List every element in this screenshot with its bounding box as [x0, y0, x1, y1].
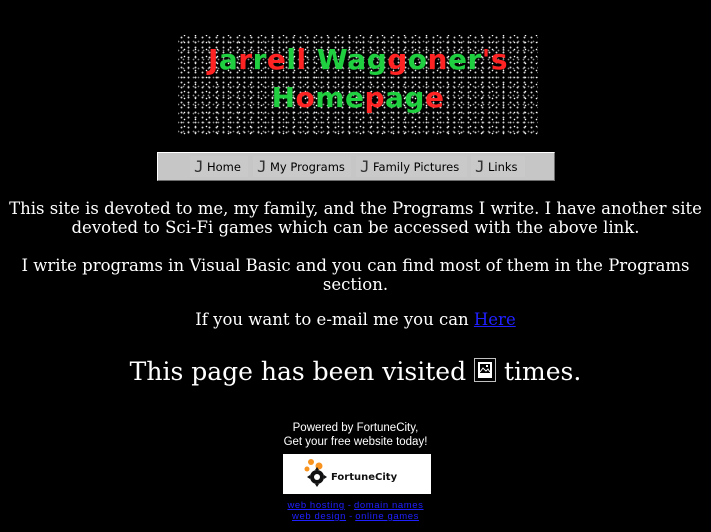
banner-letter: l [296, 43, 307, 76]
banner-letter: m [315, 81, 345, 114]
banner-letter: r [252, 43, 267, 76]
powered-by-text: Powered by FortuneCity, Get your free we… [0, 421, 711, 449]
banner-letter: r [238, 43, 253, 76]
powered-line-1: Powered by FortuneCity, [292, 422, 419, 434]
fortunecity-logo-icon: FortuneCity [304, 459, 398, 487]
visits-suffix: times. [496, 357, 582, 386]
intro-line-2: devoted to Sci-Fi games which can be acc… [71, 218, 640, 237]
nav-family-pictures-label: Family Pictures [373, 159, 460, 174]
banner-letter: a [347, 43, 367, 76]
counter-image-icon [474, 358, 497, 382]
banner-letter: s [490, 43, 509, 76]
banner-letter: g [387, 43, 408, 76]
banner-letter: J [207, 43, 219, 76]
banner-letter: e [266, 43, 287, 76]
j-icon: J [360, 157, 370, 176]
banner-letter: o [407, 43, 428, 76]
powered-line-2: Get your free website today! [283, 436, 428, 448]
banner-letter: g [404, 81, 425, 114]
link-separator: - [349, 511, 353, 522]
nav-family-pictures-button[interactable]: J Family Pictures [356, 156, 467, 177]
banner-letter: n [427, 43, 448, 76]
banner-letter: H [271, 81, 296, 114]
nav-bar: J Home J My Programs J Family Pictures J… [157, 152, 555, 181]
banner-letter: e [344, 81, 365, 114]
fortunecity-logo-text: FortuneCity [331, 472, 398, 483]
email-text: If you want to e-mail me you can [195, 310, 474, 329]
web-design-link[interactable]: web design [292, 511, 346, 522]
email-link[interactable]: Here [474, 310, 516, 329]
banner-letter: a [218, 43, 239, 76]
banner-letter [307, 43, 317, 76]
intro-paragraph: This site is devoted to me, my family, a… [0, 199, 711, 237]
visits-prefix: This page has been visited [129, 357, 475, 386]
banner-letter: W [316, 43, 348, 76]
banner-letter: e [424, 81, 445, 114]
j-icon: J [475, 157, 485, 176]
nav-programs-label: My Programs [270, 159, 345, 174]
nav-programs-button[interactable]: J My Programs [253, 156, 351, 177]
email-paragraph: If you want to e-mail me you can Here [0, 310, 711, 329]
banner-letter: p [364, 81, 385, 114]
banner-title-line2: Homepage [178, 79, 538, 117]
nav-home-label: Home [207, 159, 241, 174]
programs-line-1: I write programs in Visual Basic and you… [21, 256, 690, 275]
fortunecity-logo[interactable]: FortuneCity [283, 454, 431, 494]
nav-links-label: Links [488, 159, 518, 174]
site-banner: Jarrell Waggoner's Homepage [178, 35, 538, 135]
j-icon: J [257, 157, 267, 176]
online-games-link[interactable]: online games [355, 511, 419, 522]
banner-letter: l [286, 43, 297, 76]
programs-paragraph: I write programs in Visual Basic and you… [0, 256, 711, 294]
banner-letter: r [467, 43, 482, 76]
visit-counter-text: This page has been visited times. [0, 357, 711, 387]
intro-line-1: This site is devoted to me, my family, a… [9, 199, 702, 218]
banner-letter: e [447, 43, 468, 76]
banner-letter: g [366, 43, 388, 76]
programs-line-2: section. [322, 275, 389, 294]
banner-letter: a [384, 81, 405, 114]
nav-links-button[interactable]: J Links [471, 156, 525, 177]
banner-letter: o [295, 81, 316, 114]
banner-letter: ' [481, 43, 491, 76]
j-icon: J [194, 157, 204, 176]
footer-links-row-2: web design - online games [0, 508, 711, 522]
banner-title-line1: Jarrell Waggoner's [178, 41, 538, 79]
nav-home-button[interactable]: J Home [190, 156, 248, 177]
banner-title: Jarrell Waggoner's Homepage [178, 41, 538, 117]
